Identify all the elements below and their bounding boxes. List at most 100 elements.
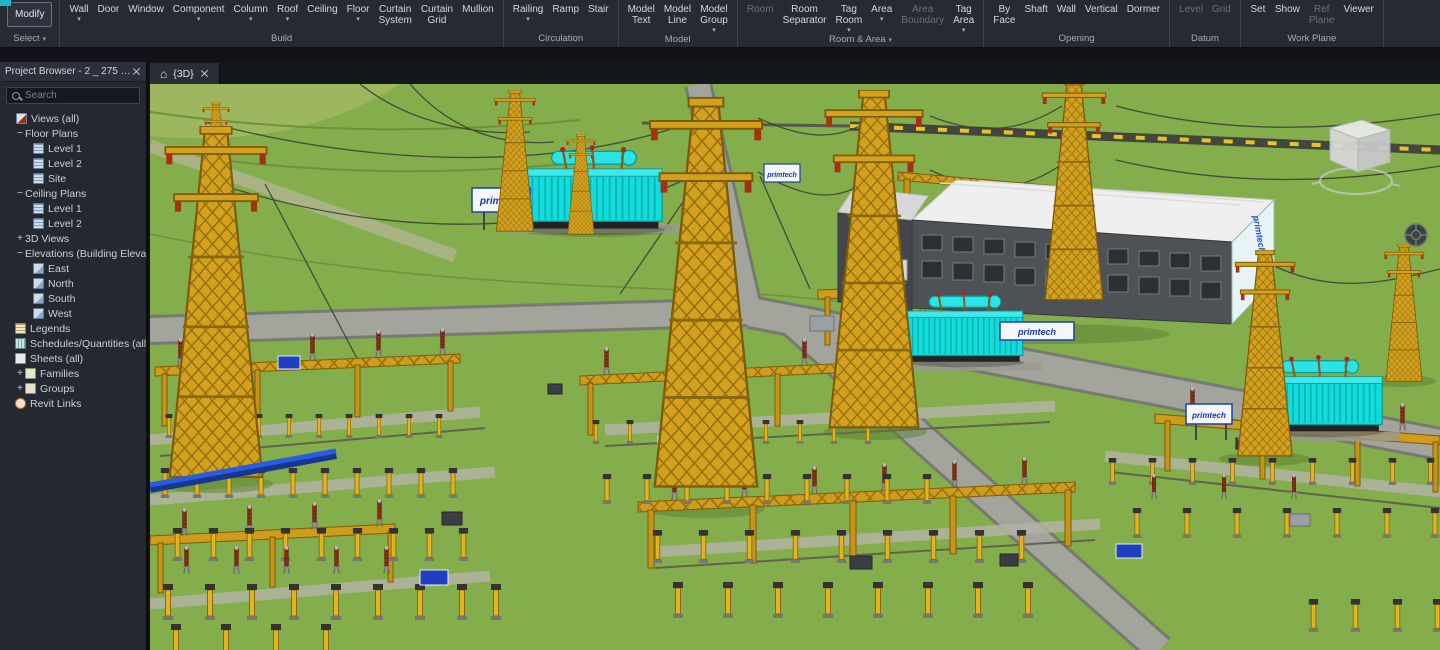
tree-item-ceiling-level-2[interactable]: Level 2	[0, 216, 146, 231]
app-icon-fragment	[0, 0, 11, 6]
set-button[interactable]: Set	[1246, 1, 1270, 15]
room-button[interactable]: Room	[743, 1, 778, 15]
browser-tree: Views (all) −Floor Plans Level 1 Level 2…	[0, 109, 146, 650]
tab-label: {3D}	[173, 68, 193, 80]
wall-button[interactable]: Wall▾	[65, 1, 92, 23]
room-separator-button[interactable]: RoomSeparator	[779, 1, 831, 26]
viewer-button[interactable]: Viewer	[1339, 1, 1377, 15]
tree-item-south[interactable]: South	[0, 291, 146, 306]
tree-item-families[interactable]: +Families	[0, 366, 146, 381]
views-icon	[16, 113, 27, 124]
model-text-button[interactable]: ModelText	[624, 1, 659, 26]
model-group-button[interactable]: ModelGroup▾	[696, 1, 732, 34]
tag-room-button[interactable]: TagRoom▾	[831, 1, 866, 34]
tab-3d-view[interactable]: ⌂ {3D}	[150, 63, 220, 84]
curtain-system-button[interactable]: CurtainSystem	[374, 1, 415, 26]
tree-item-ceiling-plans[interactable]: −Ceiling Plans	[0, 186, 146, 201]
tree-item-views-all[interactable]: Views (all)	[0, 111, 146, 126]
show-button[interactable]: Show	[1271, 1, 1304, 15]
ref-plane-button[interactable]: RefPlane	[1305, 1, 1339, 26]
tree-item-schedules[interactable]: Schedules/Quantities (all)	[0, 336, 146, 351]
tree-item-3d-views[interactable]: +3D Views	[0, 231, 146, 246]
roof-button[interactable]: Roof▾	[273, 1, 302, 23]
door-button[interactable]: Door	[94, 1, 124, 15]
modify-button[interactable]: Modify	[7, 2, 52, 27]
3d-view-canvas[interactable]: primtech primtech primtech	[150, 84, 1440, 650]
floor-button[interactable]: Floor▾	[343, 1, 374, 23]
expander-minus-icon[interactable]: −	[15, 188, 25, 199]
chevron-down-icon: ▾	[43, 35, 47, 43]
close-tab-icon[interactable]	[200, 69, 209, 78]
column-button[interactable]: Column▾	[230, 1, 272, 23]
ribbon: Modify Select▾ Wall▾ Door Window Compone…	[0, 0, 1440, 48]
chevron-down-icon: ▾	[286, 16, 290, 23]
home-view-icon: ⌂	[160, 68, 167, 80]
tree-item-level-1[interactable]: Level 1	[0, 141, 146, 156]
tree-item-legends[interactable]: Legends	[0, 321, 146, 336]
wall-opening-button[interactable]: Wall	[1053, 1, 1080, 15]
tree-item-elevations[interactable]: −Elevations (Building Elevation)	[0, 246, 146, 261]
tree-item-floor-plans[interactable]: −Floor Plans	[0, 126, 146, 141]
expander-minus-icon[interactable]: −	[15, 128, 25, 139]
chevron-down-icon: ▾	[712, 27, 716, 34]
railing-button[interactable]: Railing▾	[509, 1, 548, 23]
ramp-button[interactable]: Ramp	[548, 1, 583, 15]
tree-item-east[interactable]: East	[0, 261, 146, 276]
project-browser: Project Browser - 2 _ 275 kV _ E... View…	[0, 62, 148, 650]
window-button[interactable]: Window	[124, 1, 168, 15]
svg-text:primtech: primtech	[766, 172, 797, 179]
ribbon-panel-select: Modify Select▾	[0, 0, 60, 47]
grid-button[interactable]: Grid	[1208, 1, 1235, 15]
floor-plan-icon	[33, 143, 44, 154]
project-browser-title: Project Browser - 2 _ 275 kV _ E...	[5, 66, 132, 77]
close-icon[interactable]	[132, 67, 141, 76]
chevron-down-icon: ▾	[356, 16, 360, 23]
mullion-button[interactable]: Mullion	[458, 1, 498, 15]
stair-button[interactable]: Stair	[584, 1, 613, 15]
ribbon-panel-work-plane: Set Show RefPlane Viewer Work Plane	[1241, 0, 1384, 47]
dormer-button[interactable]: Dormer	[1123, 1, 1164, 15]
browser-search	[6, 87, 140, 104]
area-boundary-button[interactable]: AreaBoundary	[897, 1, 948, 26]
expander-plus-icon[interactable]: +	[15, 368, 25, 379]
tree-item-ceiling-level-1[interactable]: Level 1	[0, 201, 146, 216]
search-input[interactable]	[25, 90, 134, 101]
svg-text:primtech: primtech	[1191, 411, 1226, 420]
floor-plan-icon	[33, 173, 44, 184]
ceiling-plan-icon	[33, 203, 44, 214]
tree-item-site[interactable]: Site	[0, 171, 146, 186]
schedules-icon	[15, 338, 26, 349]
curtain-grid-button[interactable]: CurtainGrid	[417, 1, 457, 26]
families-icon	[25, 368, 36, 379]
tree-item-sheets[interactable]: Sheets (all)	[0, 351, 146, 366]
ribbon-panel-model: ModelText ModelLine ModelGroup▾ Model	[619, 0, 738, 47]
model-line-button[interactable]: ModelLine	[660, 1, 695, 26]
vertical-opening-button[interactable]: Vertical	[1081, 1, 1122, 15]
level-button[interactable]: Level	[1175, 1, 1207, 15]
chevron-down-icon: ▾	[847, 27, 851, 34]
project-browser-header: Project Browser - 2 _ 275 kV _ E...	[0, 62, 146, 82]
search-icon	[12, 92, 20, 100]
panel-label-room-area[interactable]: Room & Area▾	[738, 34, 983, 47]
tag-area-button[interactable]: TagArea▾	[949, 1, 978, 34]
primtech-sign: primtech	[1000, 322, 1074, 340]
tree-item-groups[interactable]: +Groups	[0, 381, 146, 396]
area-button[interactable]: Area▾	[867, 1, 896, 23]
elevation-icon	[33, 278, 44, 289]
expander-plus-icon[interactable]: +	[15, 383, 25, 394]
elevation-icon	[33, 263, 44, 274]
tree-item-north[interactable]: North	[0, 276, 146, 291]
expander-minus-icon[interactable]: −	[15, 248, 25, 259]
component-button[interactable]: Component▾	[169, 1, 229, 23]
tree-item-west[interactable]: West	[0, 306, 146, 321]
tree-item-level-2[interactable]: Level 2	[0, 156, 146, 171]
sheets-icon	[15, 353, 26, 364]
expander-plus-icon[interactable]: +	[15, 233, 25, 244]
tree-item-revit-links[interactable]: Revit Links	[0, 396, 146, 411]
steering-wheel-icon[interactable]	[1405, 224, 1427, 246]
ceiling-button[interactable]: Ceiling	[303, 1, 342, 15]
shaft-button[interactable]: Shaft	[1020, 1, 1051, 15]
panel-label-select[interactable]: Select▾	[0, 32, 59, 47]
opening-by-face-button[interactable]: ByFace	[989, 1, 1019, 26]
chevron-down-icon: ▾	[889, 36, 893, 44]
